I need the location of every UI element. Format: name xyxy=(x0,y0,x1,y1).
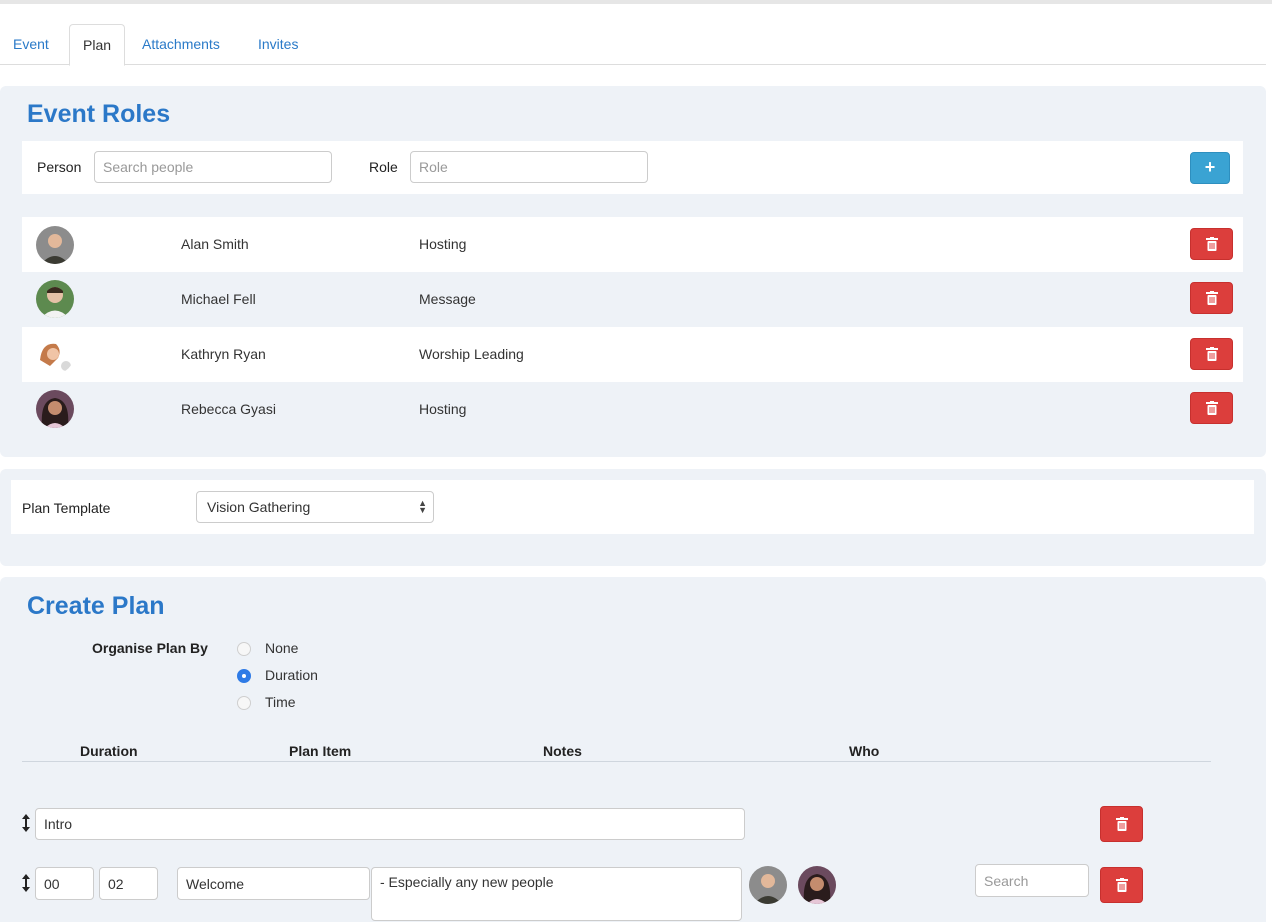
delete-role-button[interactable] xyxy=(1190,282,1233,314)
column-header-who: Who xyxy=(849,743,880,759)
role-row: Rebecca Gyasi Hosting xyxy=(22,382,1243,437)
notes-textarea[interactable]: - Especially any new people xyxy=(371,867,742,921)
role-label: Role xyxy=(369,159,398,175)
plus-icon: + xyxy=(1204,157,1216,177)
tab-bar: Event Plan Attachments Invites xyxy=(0,24,1266,66)
column-header-plan-item: Plan Item xyxy=(289,743,352,759)
duration-hours-input[interactable] xyxy=(35,867,94,900)
avatar xyxy=(36,336,74,374)
plan-template-panel: Plan Template Vision Gathering ▲ ▼ xyxy=(0,469,1266,566)
person-name: Kathryn Ryan xyxy=(181,346,266,362)
radio-label: Duration xyxy=(265,667,318,683)
avatar xyxy=(36,226,74,264)
radio-label: None xyxy=(265,640,299,656)
delete-plan-item-button[interactable] xyxy=(1100,806,1143,842)
tab-attachments[interactable]: Attachments xyxy=(129,24,233,65)
organise-plan-label: Organise Plan By xyxy=(92,640,208,656)
avatar xyxy=(36,280,74,318)
person-search-input[interactable] xyxy=(94,151,332,183)
plan-template-strip: Plan Template Vision Gathering ▲ ▼ xyxy=(11,480,1254,534)
trash-icon xyxy=(1205,291,1218,305)
who-avatar[interactable] xyxy=(749,866,787,904)
tab-event[interactable]: Event xyxy=(0,24,62,65)
plan-heading-input[interactable] xyxy=(35,808,745,840)
trash-icon xyxy=(1205,237,1218,251)
person-name: Michael Fell xyxy=(181,291,256,307)
drag-handle-icon[interactable] xyxy=(21,873,31,893)
tab-invites[interactable]: Invites xyxy=(245,24,311,65)
trash-icon xyxy=(1115,817,1128,831)
person-role: Message xyxy=(419,291,476,307)
person-label: Person xyxy=(37,159,82,175)
plan-template-label: Plan Template xyxy=(22,500,111,516)
plan-template-value: Vision Gathering xyxy=(207,499,311,515)
event-roles-title: Event Roles xyxy=(27,100,171,128)
person-role: Hosting xyxy=(419,236,467,252)
create-plan-title: Create Plan xyxy=(27,592,165,620)
duration-minutes-input[interactable] xyxy=(99,867,158,900)
radio-button[interactable] xyxy=(237,642,251,656)
tab-plan[interactable]: Plan xyxy=(69,24,126,66)
person-role: Worship Leading xyxy=(419,346,524,362)
add-role-button[interactable]: + xyxy=(1190,152,1230,184)
person-name: Alan Smith xyxy=(181,236,249,252)
role-row: Alan Smith Hosting xyxy=(22,217,1243,272)
plan-item-input[interactable] xyxy=(177,867,370,900)
delete-role-button[interactable] xyxy=(1190,392,1233,424)
column-header-duration: Duration xyxy=(80,743,138,759)
delete-role-button[interactable] xyxy=(1190,228,1233,260)
trash-icon xyxy=(1205,401,1218,415)
who-avatar[interactable] xyxy=(798,866,836,904)
radio-label: Time xyxy=(265,694,296,710)
role-row: Michael Fell Message xyxy=(22,272,1243,327)
person-role: Hosting xyxy=(419,401,467,417)
avatar xyxy=(36,390,74,428)
radio-button-selected[interactable] xyxy=(237,669,251,683)
delete-plan-item-button[interactable] xyxy=(1100,867,1143,903)
delete-role-button[interactable] xyxy=(1190,338,1233,370)
who-search-input[interactable] xyxy=(975,864,1089,897)
role-row: Kathryn Ryan Worship Leading xyxy=(22,327,1243,382)
table-header-divider xyxy=(22,761,1211,762)
column-header-notes: Notes xyxy=(543,743,582,759)
top-border xyxy=(0,0,1272,4)
person-name: Rebecca Gyasi xyxy=(181,401,276,417)
role-input[interactable] xyxy=(410,151,648,183)
radio-button[interactable] xyxy=(237,696,251,710)
select-arrows-icon: ▲ ▼ xyxy=(418,498,427,515)
plan-template-select[interactable]: Vision Gathering ▲ ▼ xyxy=(196,491,434,523)
trash-icon xyxy=(1115,878,1128,892)
add-role-strip: Person Role + xyxy=(22,141,1243,194)
trash-icon xyxy=(1205,347,1218,361)
drag-handle-icon[interactable] xyxy=(21,813,31,833)
